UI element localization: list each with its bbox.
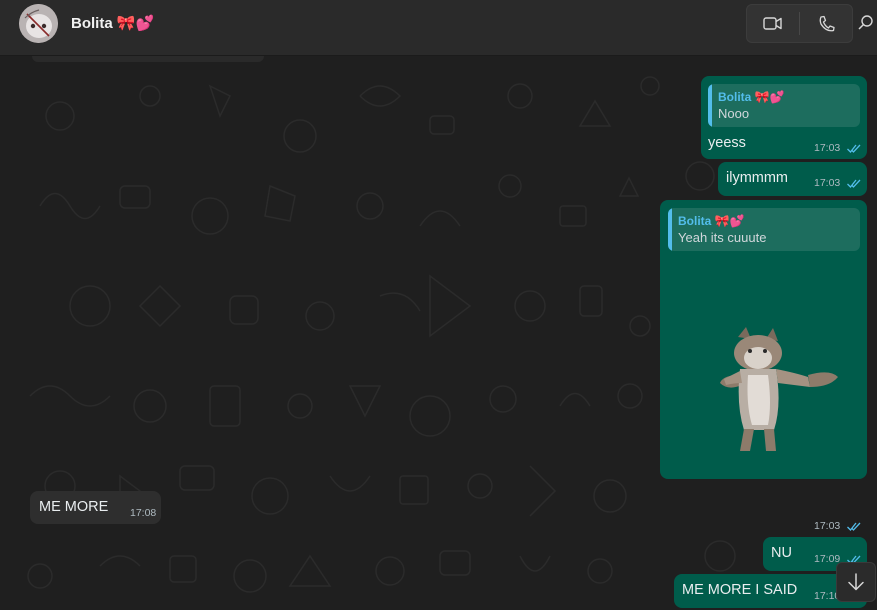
message-text: ilymmmm [726,170,789,186]
scroll-to-bottom-button[interactable] [836,562,876,602]
video-camera-icon [763,17,782,30]
read-ticks-icon [847,144,861,153]
message-bubble-outgoing[interactable]: ilymmmm 17:03 [718,162,867,196]
previous-message-edge [32,56,264,62]
message-time: 17:08 [130,507,157,519]
message-bubble-incoming[interactable]: ME MORE 17:08 [30,491,161,524]
dancing-cat-sticker[interactable] [718,325,843,455]
quote-text: Nooo [718,106,750,121]
message-text: ME MORE [39,499,109,515]
voice-call-button[interactable] [800,5,853,42]
quote-accent-bar [708,84,712,127]
video-call-button[interactable] [747,5,800,42]
read-ticks-icon [847,522,861,531]
message-time: 17:03 [814,520,841,532]
quoted-message[interactable]: Bolita 🎀💕 Nooo [708,84,860,127]
message-time: 17:03 [814,142,841,154]
quote-accent-bar [668,208,672,251]
search-button[interactable] [856,14,874,32]
read-ticks-icon [847,179,861,188]
quote-text: Yeah its cuuute [678,230,767,245]
message-time: 17:03 [814,177,841,189]
message-text: yeess [708,135,746,151]
avatar-image [19,4,58,43]
message-bubble-outgoing[interactable]: Bolita 🎀💕 Yeah its cuuute 17:03 [660,200,867,532]
arrow-down-icon [848,573,864,591]
phone-icon [819,15,835,32]
quoted-message[interactable]: Bolita 🎀💕 Yeah its cuuute [668,208,860,251]
call-buttons-group [746,4,853,43]
quote-author: Bolita 🎀💕 [718,90,785,104]
message-text: NU [771,545,792,561]
quote-author: Bolita 🎀💕 [678,214,745,228]
chat-header: Bolita 🎀💕 [0,0,877,56]
message-text: ME MORE I SAID [682,582,798,598]
message-list[interactable]: Bolita 🎀💕 Nooo yeess 17:03 ilymmmm 17:03… [0,56,877,610]
contact-name[interactable]: Bolita 🎀💕 [71,14,154,32]
search-icon [858,15,873,30]
contact-avatar[interactable] [19,4,58,43]
message-bubble-outgoing[interactable]: Bolita 🎀💕 Nooo yeess 17:03 [701,76,867,159]
